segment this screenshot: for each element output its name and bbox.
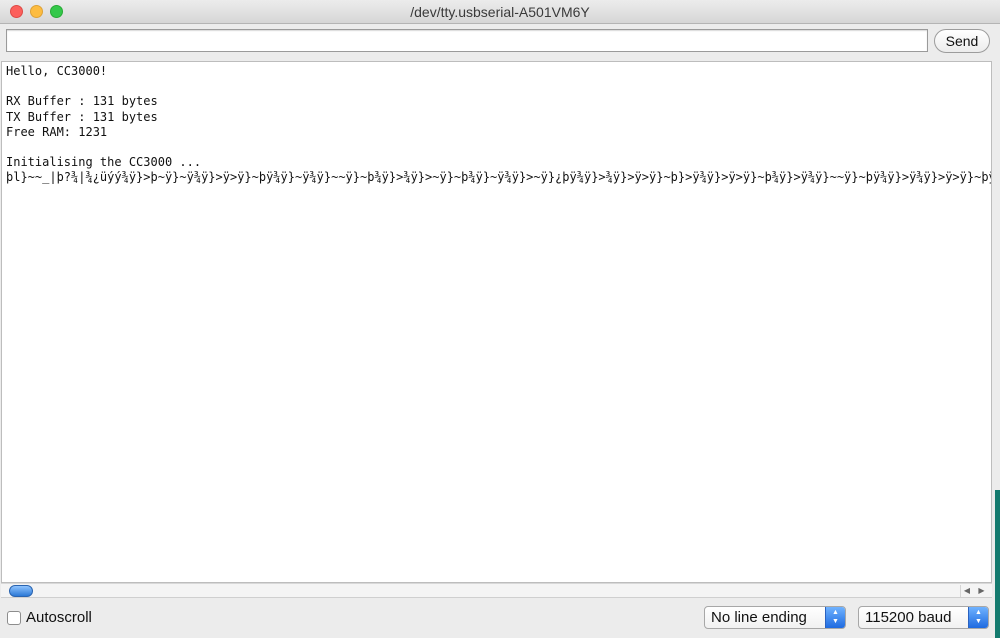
autoscroll-checkbox[interactable] (7, 610, 21, 625)
autoscroll-label: Autoscroll (26, 609, 92, 626)
serial-monitor-window: /dev/tty.usbserial-A501VM6Y Send Hello, … (0, 0, 1000, 638)
title-bar: /dev/tty.usbserial-A501VM6Y (0, 0, 1000, 24)
output-line: Free RAM: 1231 (6, 124, 108, 139)
window-title: /dev/tty.usbserial-A501VM6Y (410, 4, 590, 20)
output-line: þl}~~_|þ?¾|¾¿üýý¾ÿ}>þ~ÿ}~ÿ¾ÿ}>ÿ>ÿ}~þÿ¾ÿ}… (6, 170, 992, 185)
serial-send-input[interactable] (6, 29, 928, 52)
line-ending-value: No line ending (711, 609, 807, 626)
background-window-edge (995, 490, 1000, 638)
scroll-right-arrow-icon[interactable]: ▶ (975, 585, 988, 597)
line-ending-select[interactable]: No line ending ▲ ▼ (704, 606, 846, 629)
scrollbar-thumb[interactable] (9, 585, 33, 597)
select-stepper-icon: ▲ ▼ (968, 607, 988, 628)
output-line: Initialising the CC3000 ... (6, 155, 202, 170)
scroll-left-arrow-icon[interactable]: ◀ (960, 585, 973, 597)
baud-rate-select[interactable]: 115200 baud ▲ ▼ (858, 606, 989, 629)
horizontal-scrollbar[interactable]: ◀ ▶ (1, 583, 992, 598)
bottom-bar: Autoscroll No line ending ▲ ▼ 115200 baud… (0, 599, 1000, 638)
send-button[interactable]: Send (934, 29, 990, 53)
select-stepper-icon: ▲ ▼ (825, 607, 845, 628)
output-line: TX Buffer : 131 bytes (6, 109, 158, 124)
output-line: Hello, CC3000! (6, 64, 108, 78)
serial-output-area[interactable]: Hello, CC3000! RX Buffer : 131 bytes TX … (1, 61, 992, 583)
autoscroll-option[interactable]: Autoscroll (7, 609, 92, 626)
output-line: RX Buffer : 131 bytes (6, 94, 158, 109)
baud-rate-value: 115200 baud (865, 609, 952, 626)
